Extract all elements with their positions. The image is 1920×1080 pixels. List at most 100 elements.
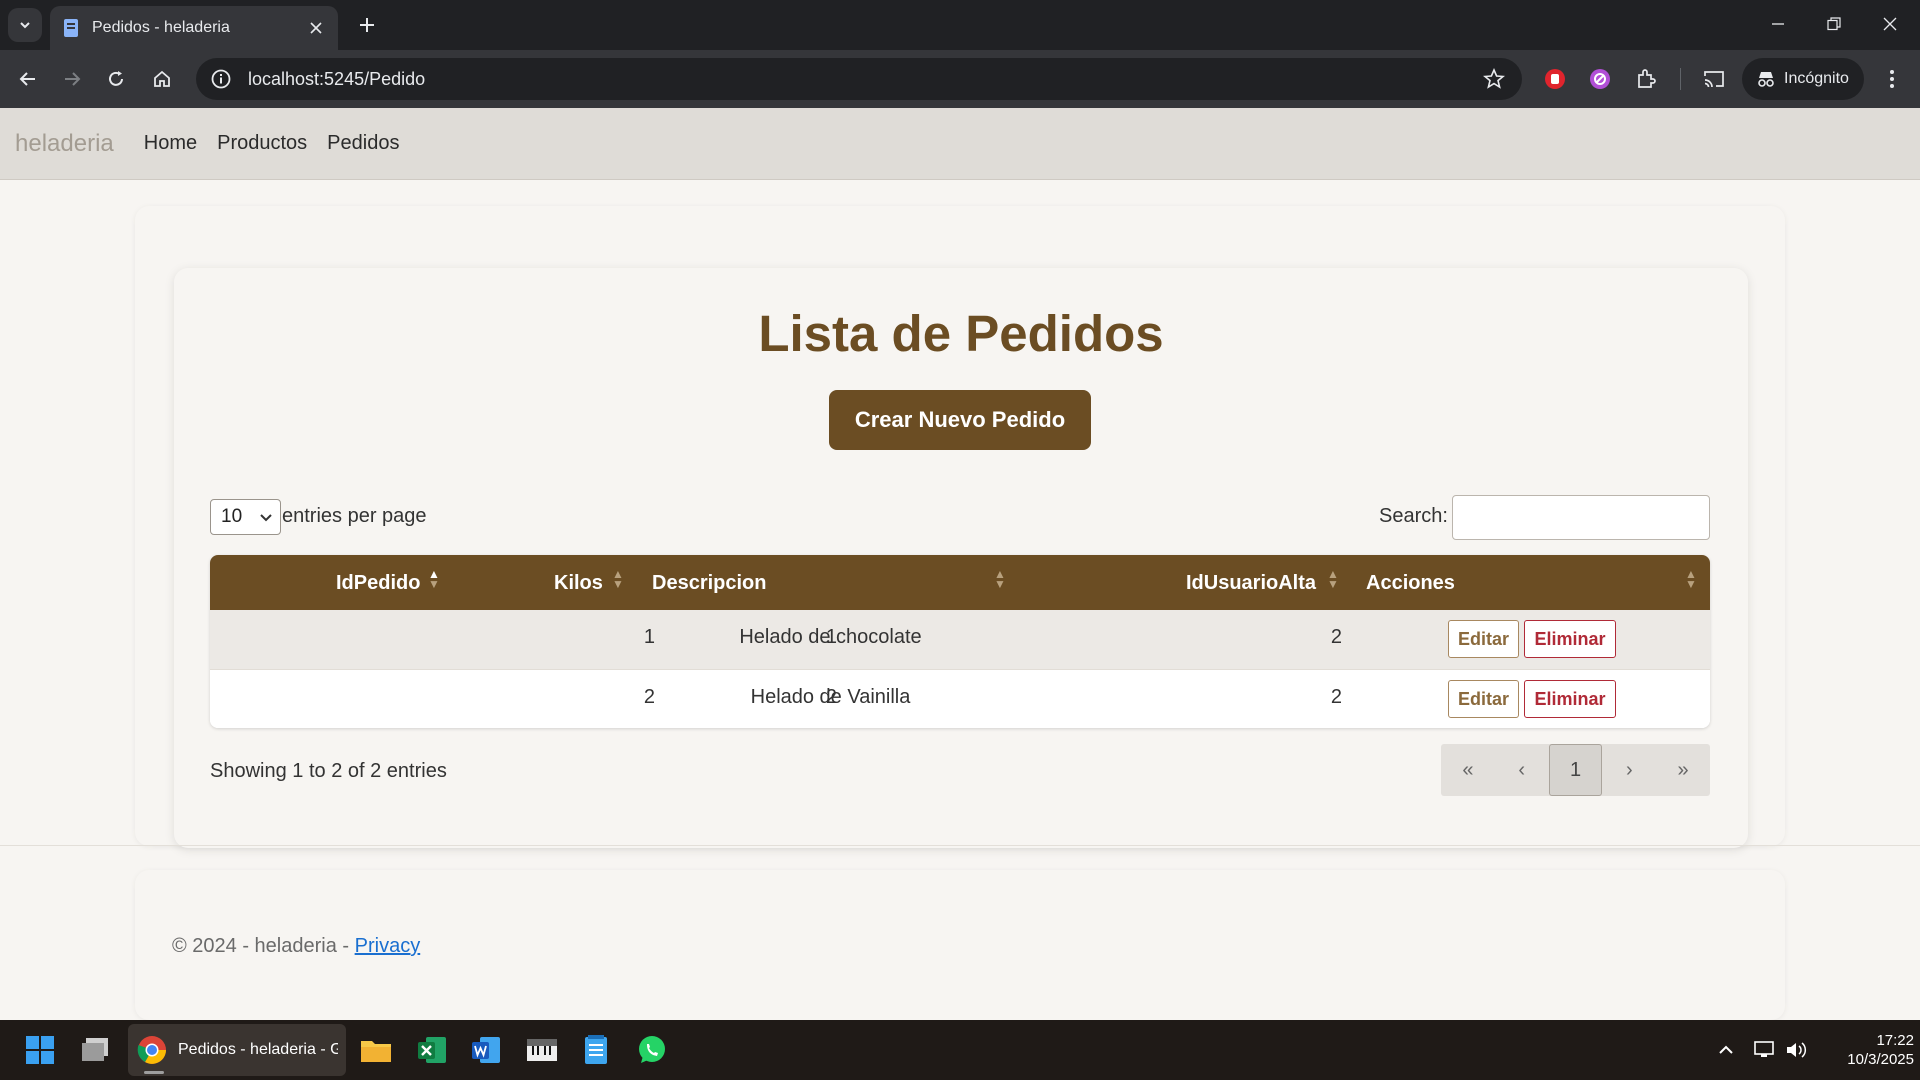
site-info-icon[interactable]: [208, 66, 234, 92]
pagination-previous[interactable]: ‹: [1495, 744, 1549, 796]
word-icon[interactable]: [466, 1030, 506, 1070]
incognito-label: Incógnito: [1784, 70, 1849, 87]
column-header-idusuarioalta[interactable]: IdUsuarioAlta: [1186, 572, 1316, 595]
new-tab-button[interactable]: [352, 10, 382, 40]
pagination-first[interactable]: «: [1441, 744, 1495, 796]
privacy-extension-icon[interactable]: [1586, 65, 1614, 93]
excel-icon[interactable]: [412, 1030, 452, 1070]
cell-descripcion: Helado de Vainilla: [750, 686, 911, 708]
chevron-up-icon: [1719, 1045, 1733, 1054]
entries-per-page-label: entries per page: [282, 505, 427, 527]
file-explorer-icon[interactable]: [356, 1030, 396, 1070]
system-clock[interactable]: 17:22 10/3/2025: [1822, 1031, 1914, 1069]
adblock-extension-icon[interactable]: [1541, 65, 1569, 93]
chevron-down-icon: [20, 22, 30, 29]
column-header-idpedido[interactable]: IdPedido: [336, 572, 420, 595]
reload-icon: [109, 71, 123, 86]
show-hidden-icons-button[interactable]: [1706, 1030, 1746, 1070]
browser-tab[interactable]: Pedidos - heladeria: [50, 6, 338, 50]
table-row: 2 2 Helado de Vainilla 2 Editar Eliminar: [210, 669, 1710, 728]
column-header-acciones[interactable]: Acciones: [1366, 572, 1455, 595]
cell-idusuarioalta: 2: [1330, 626, 1342, 648]
browser-toolbar: localhost:5245/Pedido Incógnito: [0, 50, 1920, 108]
footer-divider: [0, 845, 1920, 846]
pagination-page-1[interactable]: 1: [1548, 744, 1603, 796]
plus-icon: [360, 18, 374, 32]
home-button[interactable]: [146, 63, 178, 95]
edit-button[interactable]: Editar: [1448, 680, 1519, 718]
entries-per-page-select[interactable]: 10: [210, 499, 281, 535]
minimize-icon: [1772, 23, 1784, 25]
restore-icon: [1827, 17, 1841, 31]
page-icon: [64, 19, 78, 37]
delete-button[interactable]: Eliminar: [1524, 680, 1616, 718]
windows-start-icon[interactable]: [20, 1030, 60, 1070]
restore-button[interactable]: [1806, 0, 1862, 48]
page-title: Lista de Pedidos: [758, 305, 1164, 362]
forward-button[interactable]: [56, 63, 88, 95]
sort-icon[interactable]: ▲ ▼: [1685, 568, 1697, 590]
delete-button[interactable]: Eliminar: [1524, 620, 1616, 658]
pagination: « ‹ 1 › »: [1441, 744, 1710, 796]
orders-table: IdPedido ▲ ▼ Kilos ▲ ▼ Descripcion ▲ ▼ IdUs…: [210, 555, 1710, 728]
extensions-puzzle-icon[interactable]: [1632, 65, 1660, 93]
cast-icon[interactable]: [1700, 65, 1728, 93]
cell-descripcion: Helado de chocolate: [739, 626, 922, 648]
clock-time: 17:22: [1876, 1032, 1914, 1049]
browser-tabstrip: Pedidos - heladeria: [0, 0, 1920, 50]
clock-date: 10/3/2025: [1847, 1051, 1914, 1068]
tab-search-button[interactable]: [8, 8, 42, 42]
search-label: Search:: [1379, 505, 1448, 527]
task-view-icon[interactable]: [76, 1030, 116, 1070]
taskbar-chrome-button[interactable]: Pedidos - heladeria - Google Chrome: [128, 1024, 346, 1076]
entries-select-value: 10: [221, 506, 243, 527]
edit-button[interactable]: Editar: [1448, 620, 1519, 658]
sort-icon[interactable]: ▲ ▼: [612, 568, 624, 590]
table-row: 1 1 Helado de chocolate 2 Editar Elimina…: [210, 610, 1710, 669]
address-bar[interactable]: localhost:5245/Pedido: [196, 58, 1522, 100]
virtual-piano-icon[interactable]: [522, 1030, 562, 1070]
pagination-last[interactable]: »: [1656, 744, 1710, 796]
whatsapp-icon[interactable]: [632, 1030, 672, 1070]
close-window-button[interactable]: [1862, 0, 1918, 48]
windows-taskbar: Pedidos - heladeria - Google Chrome 17:2…: [0, 1020, 1920, 1080]
nav-link-pedidos[interactable]: Pedidos: [327, 132, 399, 155]
close-tab-icon[interactable]: [306, 18, 326, 38]
volume-icon[interactable]: [1776, 1030, 1816, 1070]
brand-link[interactable]: heladeria: [15, 130, 114, 158]
incognito-indicator[interactable]: Incógnito: [1742, 58, 1864, 100]
column-header-descripcion[interactable]: Descripcion: [652, 572, 766, 595]
table-info: Showing 1 to 2 of 2 entries: [210, 760, 447, 782]
chevron-down-icon: [260, 514, 272, 522]
active-indicator: [144, 1071, 164, 1074]
taskbar-active-label: Pedidos - heladeria - Google Chrome: [178, 1041, 338, 1058]
sort-ascending-icon[interactable]: ▲ ▼: [428, 568, 440, 590]
reload-button[interactable]: [100, 63, 132, 95]
tab-title: Pedidos - heladeria: [92, 19, 230, 36]
column-header-kilos[interactable]: Kilos: [554, 572, 603, 595]
nav-link-productos[interactable]: Productos: [217, 132, 307, 155]
footer: © 2024 - heladeria - Privacy: [172, 935, 420, 958]
table-header: IdPedido ▲ ▼ Kilos ▲ ▼ Descripcion ▲ ▼ IdUs…: [210, 555, 1710, 610]
browser-menu-icon[interactable]: [1878, 65, 1906, 93]
footer-copyright: © 2024 - heladeria -: [172, 935, 355, 957]
url-text[interactable]: localhost:5245/Pedido: [248, 69, 425, 90]
nav-link-home[interactable]: Home: [144, 132, 197, 155]
incognito-icon: [1758, 72, 1774, 87]
cell-idusuarioalta: 2: [1330, 686, 1342, 708]
bookmark-star-icon[interactable]: [1482, 67, 1506, 91]
search-input[interactable]: [1452, 495, 1710, 540]
sort-icon[interactable]: ▲ ▼: [994, 568, 1006, 590]
sort-icon[interactable]: ▲ ▼: [1327, 568, 1339, 590]
toolbar-divider: [1680, 68, 1681, 90]
back-button[interactable]: [12, 63, 44, 95]
chrome-icon: [137, 1036, 166, 1064]
minimize-button[interactable]: [1750, 0, 1806, 48]
back-arrow-icon: [19, 72, 35, 86]
privacy-link[interactable]: Privacy: [355, 935, 421, 957]
create-order-button[interactable]: Crear Nuevo Pedido: [829, 390, 1091, 450]
site-navbar: heladeria Home Productos Pedidos: [0, 108, 1920, 180]
close-icon: [1883, 17, 1897, 31]
notepad-icon[interactable]: [576, 1030, 616, 1070]
pagination-next[interactable]: ›: [1602, 744, 1656, 796]
